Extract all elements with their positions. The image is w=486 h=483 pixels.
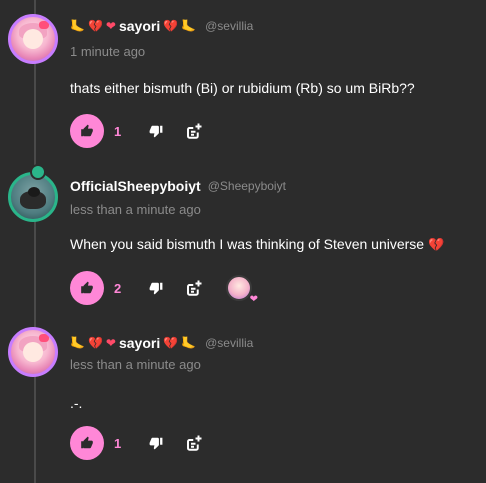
avatar[interactable] xyxy=(8,327,58,377)
user-handle[interactable]: @sevillia xyxy=(205,19,253,33)
thumbs-up-icon xyxy=(81,124,93,137)
online-badge-icon xyxy=(30,164,46,180)
thumbs-down-icon xyxy=(149,282,163,295)
like-count: 2 xyxy=(114,280,122,296)
timestamp: less than a minute ago xyxy=(70,202,201,217)
add-reply-icon xyxy=(187,435,202,451)
comment-text: .-. xyxy=(70,395,83,411)
comment: 🦶 💔 ❤ sayori 💔 🦶 @sevillia less than a m… xyxy=(0,315,486,483)
comment-text: When you said bismuth I was thinking of … xyxy=(70,236,425,252)
decor-foot-icon: 🦶 xyxy=(181,19,197,33)
add-reply-icon xyxy=(187,280,202,296)
reply-button[interactable] xyxy=(182,431,206,455)
decor-foot-icon: 🦶 xyxy=(70,336,85,350)
reactor-avatar[interactable]: ❤ xyxy=(226,275,258,305)
like-count: 1 xyxy=(114,435,122,451)
dislike-button[interactable] xyxy=(144,119,168,143)
thumbs-down-icon xyxy=(149,437,163,450)
decor-foot-icon: 🦶 xyxy=(70,19,85,33)
comment-actions: 1 xyxy=(70,114,220,148)
username[interactable]: sayori xyxy=(119,335,160,351)
thumbs-up-icon xyxy=(81,436,93,449)
decor-foot-icon: 🦶 xyxy=(181,336,197,350)
comment-actions: 2 ❤ xyxy=(70,271,258,305)
decor-broken-heart-icon: 💔 xyxy=(163,336,179,350)
heart-icon: ❤ xyxy=(249,294,258,305)
timestamp: less than a minute ago xyxy=(70,357,201,372)
comment-actions: 1 xyxy=(70,426,220,460)
decor-heart-icon: ❤ xyxy=(105,19,116,33)
reply-button[interactable] xyxy=(182,119,206,143)
thumbs-up-icon xyxy=(81,281,93,294)
reply-button[interactable] xyxy=(182,276,206,300)
username[interactable]: sayori xyxy=(119,18,160,34)
like-button[interactable] xyxy=(70,114,104,148)
avatar[interactable] xyxy=(8,14,58,64)
broken-heart-icon: 💔 xyxy=(427,237,445,252)
like-button[interactable] xyxy=(70,426,104,460)
dislike-button[interactable] xyxy=(144,431,168,455)
user-handle[interactable]: @Sheepyboiyt xyxy=(208,179,286,193)
decor-broken-heart-icon: 💔 xyxy=(87,19,103,33)
decor-broken-heart-icon: 💔 xyxy=(163,19,179,33)
decor-heart-icon: ❤ xyxy=(105,336,116,350)
timestamp: 1 minute ago xyxy=(70,44,146,59)
comment-text-row: When you said bismuth I was thinking of … xyxy=(70,236,444,253)
thumbs-down-icon xyxy=(149,125,163,138)
decor-broken-heart-icon: 💔 xyxy=(87,336,103,350)
comment: 🦶 💔 ❤ sayori 💔 🦶 @sevillia 1 minute ago … xyxy=(0,0,486,160)
like-button[interactable] xyxy=(70,271,104,305)
comment-text: thats either bismuth (Bi) or rubidium (R… xyxy=(70,80,415,96)
avatar[interactable] xyxy=(8,172,58,222)
add-reply-icon xyxy=(187,123,202,139)
user-handle[interactable]: @sevillia xyxy=(205,336,253,350)
username[interactable]: OfficialSheepyboiyt xyxy=(70,178,201,194)
comment: OfficialSheepyboiyt @Sheepyboiyt less th… xyxy=(0,160,486,315)
like-count: 1 xyxy=(114,123,122,139)
dislike-button[interactable] xyxy=(144,276,168,300)
